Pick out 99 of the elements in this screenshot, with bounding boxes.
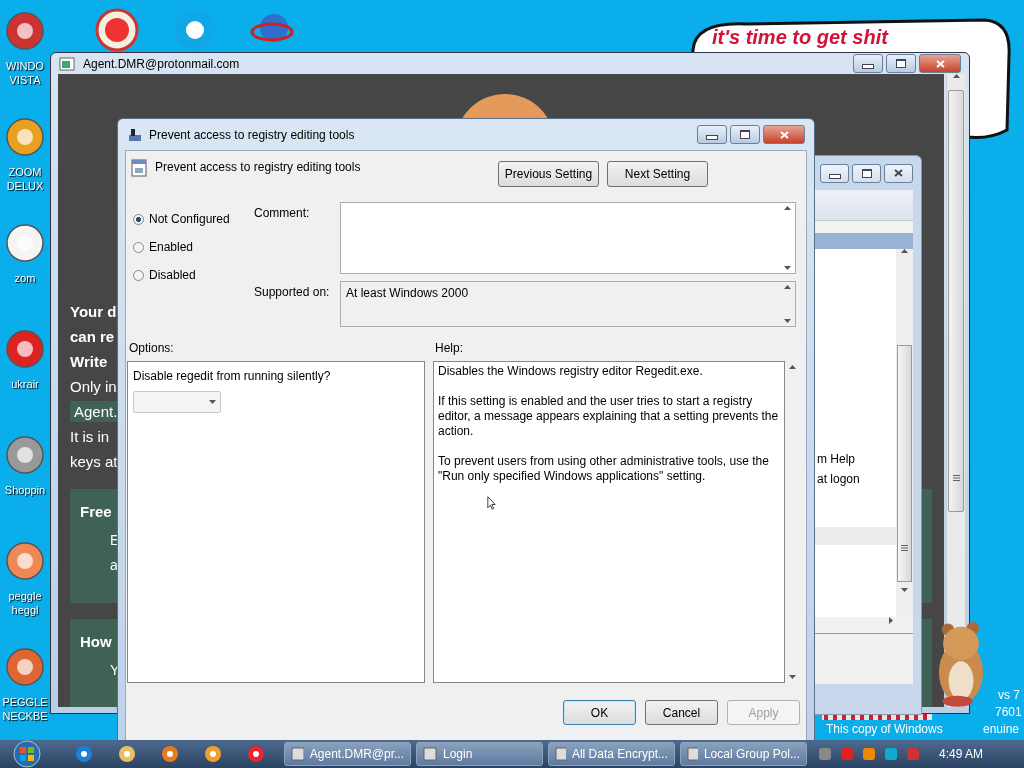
minimize-button[interactable] (853, 54, 883, 73)
clock[interactable]: 4:49 AM (939, 747, 984, 761)
window-title: Prevent access to registry editing tools (149, 127, 355, 142)
pane-text: m Help (817, 451, 856, 468)
icon-label[interactable]: zom (14, 271, 36, 285)
up-arrow-icon (783, 285, 791, 289)
window-icon (291, 747, 304, 761)
start-button[interactable] (10, 740, 44, 768)
app-icon[interactable] (5, 647, 45, 687)
close-icon (935, 59, 945, 68)
close-button[interactable] (763, 125, 805, 144)
taskbar-button[interactable]: All Data Encrypt... (548, 742, 675, 766)
icon-label[interactable]: peggle heggl (8, 589, 42, 617)
maximize-button[interactable] (886, 54, 916, 73)
message-text: Your d (70, 302, 117, 322)
close-icon (779, 130, 789, 139)
app-icon[interactable] (95, 8, 139, 52)
up-arrow-icon (783, 206, 791, 210)
desktop-notice-text: vs 7 (998, 688, 1020, 702)
right-arrow-icon (889, 617, 893, 624)
taskbar-button[interactable]: Local Group Pol... (680, 742, 807, 766)
icon-label[interactable]: PEGGLE NECKBE (2, 695, 48, 723)
app-icon[interactable] (75, 745, 93, 763)
down-arrow-icon (209, 400, 216, 404)
app-icon[interactable] (5, 223, 45, 263)
message-text: It is in (70, 427, 110, 447)
supported-value: At least Windows 2000 (345, 285, 470, 302)
app-icon[interactable] (5, 541, 45, 581)
setting-icon (131, 159, 147, 177)
app-icon[interactable] (161, 745, 179, 763)
window-icon (555, 747, 566, 761)
speech-text: it's time to get shit (712, 26, 888, 49)
app-icon[interactable] (5, 329, 45, 369)
setting-name: Prevent access to registry editing tools (155, 160, 361, 174)
panel-title: How (80, 633, 113, 650)
radio-label[interactable]: Enabled (149, 240, 194, 254)
icon-label[interactable]: ZOOM DELUX (6, 165, 44, 193)
message-text: Write (70, 352, 108, 372)
window-title: Agent.DMR@protonmail.com (83, 56, 240, 71)
down-arrow-icon (901, 588, 908, 592)
comment-field[interactable] (340, 202, 796, 274)
help-text: To prevent users from using other administrative tools, use the "Run only specified Windows applications" setting. (438, 454, 770, 484)
panel-text: a (109, 556, 119, 575)
radio-button[interactable] (133, 241, 144, 253)
app-icon[interactable] (5, 11, 45, 51)
section-label: Help: (435, 341, 464, 357)
app-icon[interactable] (247, 745, 265, 763)
radio-label[interactable]: Disabled (149, 268, 196, 282)
app-icon[interactable] (204, 745, 222, 763)
field-label: Supported on: (254, 284, 331, 301)
radio-button[interactable] (133, 269, 144, 281)
dialog-button[interactable]: OK (563, 700, 636, 725)
radio-label[interactable]: Not Configured (149, 212, 230, 226)
help-text: If this setting is enabled and the user tries to start a registry editor, a message appears explaining that a setting prevents the action. (438, 394, 780, 439)
desktop-notice-text: enuine (983, 722, 1020, 736)
icon-label[interactable]: Shoppin (4, 483, 46, 497)
nav-button[interactable]: Previous Setting (498, 161, 599, 187)
icon-label[interactable]: WINDO VISTA (6, 59, 44, 87)
close-icon (894, 169, 903, 177)
up-arrow-icon (952, 74, 960, 78)
window-icon (59, 56, 75, 71)
message-text: can re (70, 327, 115, 347)
close-button[interactable] (919, 54, 961, 73)
grip-icon (901, 545, 908, 551)
window-icon (687, 747, 698, 761)
taskbar-button[interactable]: Login (416, 742, 543, 766)
desktop-notice-text: This copy of Windows (826, 722, 943, 736)
app-icon[interactable] (118, 745, 136, 763)
maximize-button[interactable] (730, 125, 760, 144)
message-text: keys at (70, 452, 118, 472)
up-arrow-icon (901, 249, 908, 253)
scrollbar[interactable] (896, 249, 913, 617)
radio-button[interactable] (133, 213, 144, 225)
down-arrow-icon (783, 266, 791, 270)
icon-label[interactable]: ukrair (11, 377, 39, 391)
app-icon[interactable] (5, 117, 45, 157)
mouse-pointer-icon (487, 496, 496, 510)
minimize-button[interactable] (697, 125, 727, 144)
tray-icon[interactable] (818, 747, 832, 761)
tray-icon[interactable] (884, 747, 898, 761)
help-text: Disables the Windows registry editor Regedit.exe. (438, 364, 704, 379)
app-icon[interactable] (5, 435, 45, 475)
taskbar-button[interactable]: Agent.DMR@pr... (284, 742, 411, 766)
tray-icon[interactable] (862, 747, 876, 761)
down-arrow-icon (789, 675, 796, 679)
window-icon (423, 747, 437, 761)
down-arrow-icon (783, 319, 791, 323)
desktop-notice-text: 7601 (995, 705, 1022, 719)
dialog-button[interactable]: Cancel (645, 700, 718, 725)
grip-icon (952, 475, 960, 481)
policy-icon (127, 126, 143, 143)
section-label: Options: (129, 341, 175, 357)
nav-button[interactable]: Next Setting (607, 161, 708, 187)
message-text: Only in (70, 377, 117, 397)
panel-title: Free (80, 503, 113, 520)
up-arrow-icon (789, 365, 796, 369)
option-label: Disable regedit from running silently? (133, 369, 332, 383)
field-label: Comment: (254, 205, 311, 222)
pane-text: at logon (817, 471, 861, 488)
